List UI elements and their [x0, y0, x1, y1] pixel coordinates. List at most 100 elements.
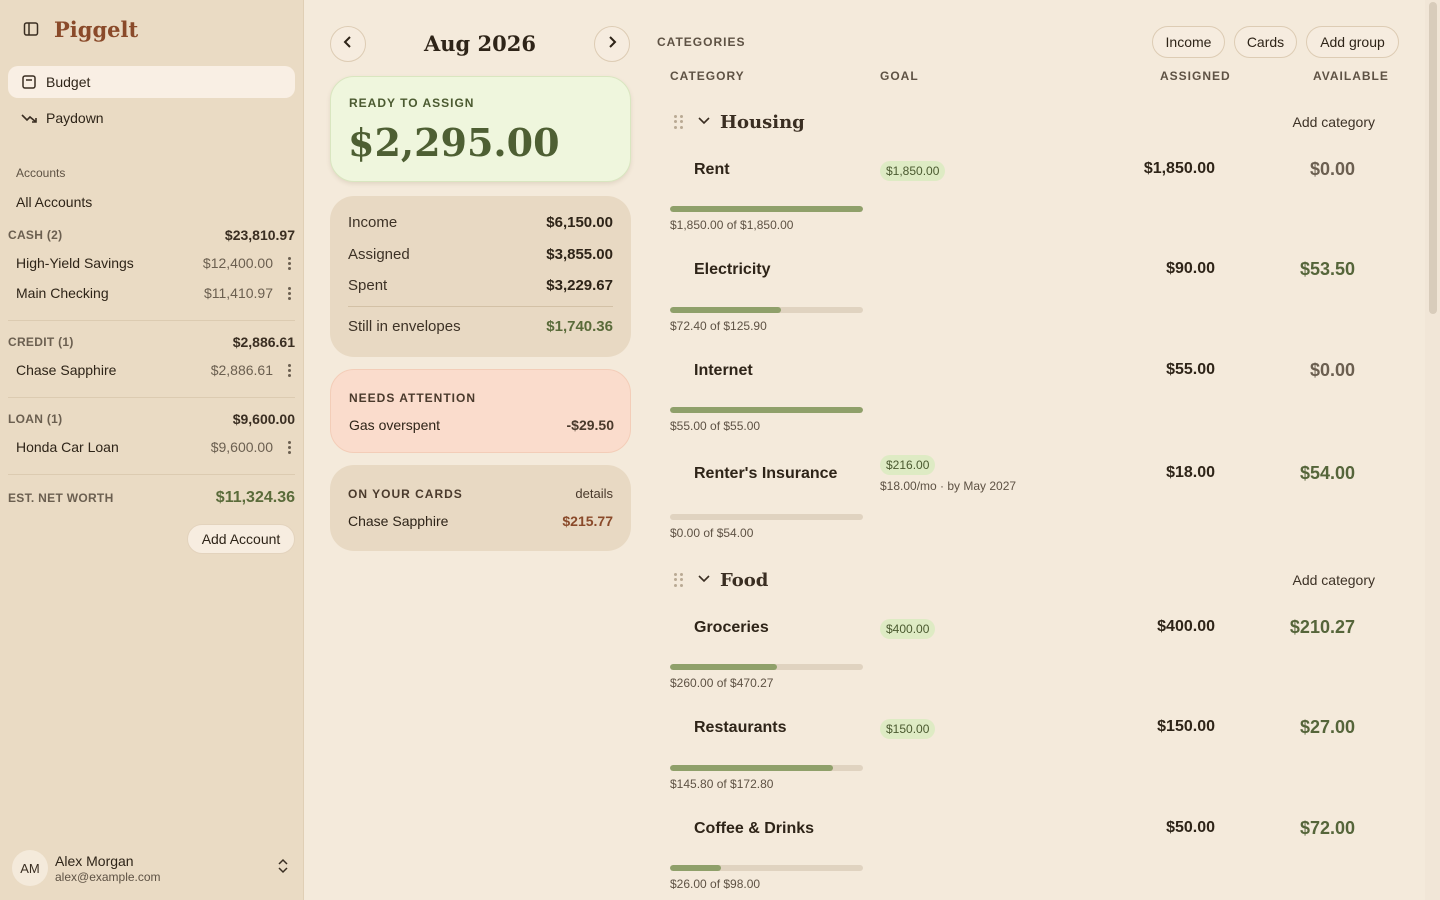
account-group-credit[interactable]: CREDIT (1) $2,886.61	[8, 332, 295, 352]
account-row[interactable]: Main Checking $11,410.97	[16, 282, 295, 304]
available-amount: $72.00	[1299, 818, 1355, 838]
net-worth-label: EST. NET WORTH	[8, 491, 114, 505]
goal-badge: $150.00	[880, 719, 936, 739]
add-category-button[interactable]: Add category	[1293, 572, 1376, 588]
category-name: Restaurants	[694, 719, 787, 736]
account-group-cash[interactable]: CASH (2) $23,810.97	[8, 225, 295, 245]
avatar: AM	[12, 850, 48, 886]
category-row-coffee-drinks[interactable]: Coffee & Drinks $50.00 $72.00 $26.00 of …	[670, 810, 1385, 900]
user-email: alex@example.com	[55, 869, 161, 884]
more-options-icon[interactable]	[283, 284, 295, 302]
category-row-electricity[interactable]: Electricity $90.00 $53.50 $72.40 of $125…	[670, 251, 1385, 341]
category-row-restaurants[interactable]: Restaurants $150.00 $150.00 $27.00 $145.…	[670, 709, 1385, 799]
sidebar-toggle-icon[interactable]	[20, 18, 42, 40]
progress-bar	[670, 307, 863, 313]
summary-row-income: Income $6,150.00	[348, 214, 613, 231]
goal-badge: $400.00	[880, 619, 936, 639]
account-name: Chase Sapphire	[16, 362, 117, 378]
user-menu[interactable]: AM Alex Morgan alex@example.com	[12, 850, 295, 886]
assigned-amount[interactable]: $400.00	[1157, 618, 1215, 636]
on-your-cards-card: ON YOUR CARDS details Chase Sapphire $21…	[330, 465, 631, 551]
category-row-renters-insurance[interactable]: Renter's Insurance $216.00 $18.00/mo · b…	[670, 455, 1385, 545]
more-options-icon[interactable]	[283, 361, 295, 379]
budget-icon	[20, 73, 38, 91]
summary-value: $3,855.00	[546, 246, 613, 263]
sidebar: Piggelt Budget Paydown Accounts All Acco…	[0, 0, 304, 900]
divider	[8, 397, 295, 398]
drag-handle-icon[interactable]	[674, 573, 684, 587]
attention-item: Gas overspent	[349, 417, 441, 433]
available-amount: $27.00	[1299, 717, 1355, 737]
progress-fill	[670, 206, 863, 212]
chevron-left-icon	[342, 35, 354, 53]
account-group-total: $9,600.00	[232, 411, 295, 427]
assigned-amount[interactable]: $55.00	[1166, 361, 1215, 379]
progress-fill	[670, 664, 777, 670]
account-balance: $11,410.97	[203, 285, 273, 301]
category-row-internet[interactable]: Internet $55.00 $0.00 $55.00 of $55.00	[670, 352, 1385, 442]
assigned-amount[interactable]: $50.00	[1166, 819, 1215, 837]
add-group-button[interactable]: Add group	[1306, 26, 1399, 58]
progress-fill	[670, 865, 722, 871]
progress-label: $72.40 of $125.90	[670, 319, 767, 333]
next-month-button[interactable]	[594, 26, 630, 62]
add-account-button[interactable]: Add Account	[187, 524, 295, 554]
progress-label: $260.00 of $470.27	[670, 676, 774, 690]
needs-attention-card[interactable]: NEEDS ATTENTION Gas overspent -$29.50	[330, 369, 631, 453]
account-row[interactable]: High-Yield Savings $12,400.00	[16, 252, 295, 274]
account-group-total: $2,886.61	[232, 334, 295, 350]
account-balance: $12,400.00	[202, 255, 273, 271]
account-name: Honda Car Loan	[16, 439, 119, 455]
summary-row-spent: Spent $3,229.67	[348, 277, 613, 294]
progress-fill	[670, 407, 863, 413]
category-row-rent[interactable]: Rent $1,850.00 $1,850.00 $0.00 $1,850.00…	[670, 151, 1385, 241]
available-amount: $54.00	[1299, 463, 1355, 483]
add-category-button[interactable]: Add category	[1293, 114, 1376, 130]
all-accounts-link[interactable]: All Accounts	[16, 194, 92, 210]
available-amount: $0.00	[1309, 360, 1355, 380]
scrollbar-thumb[interactable]	[1429, 2, 1437, 314]
category-name: Groceries	[694, 619, 769, 636]
previous-month-button[interactable]	[330, 26, 366, 62]
progress-label: $26.00 of $98.00	[670, 877, 761, 891]
nav-item-paydown[interactable]: Paydown	[8, 102, 295, 134]
progress-label: $145.80 of $172.80	[670, 777, 774, 791]
goal-detail: $18.00/mo · by May 2027	[880, 479, 1017, 493]
summary-label: Income	[348, 214, 398, 231]
income-button[interactable]: Income	[1152, 26, 1225, 58]
trend-down-icon	[20, 109, 38, 127]
user-name: Alex Morgan	[55, 852, 134, 869]
drag-handle-icon[interactable]	[674, 115, 684, 129]
assigned-amount[interactable]: $1,850.00	[1144, 160, 1215, 178]
account-row[interactable]: Honda Car Loan $9,600.00	[16, 436, 295, 458]
account-group-name: LOAN (1)	[8, 412, 63, 426]
current-month: Aug 2026	[423, 31, 536, 56]
progress-bar	[670, 514, 863, 520]
chevron-up-down-icon[interactable]	[277, 858, 289, 879]
nav-item-budget[interactable]: Budget	[8, 66, 295, 98]
cards-button[interactable]: Cards	[1234, 26, 1297, 58]
assigned-amount[interactable]: $150.00	[1157, 718, 1215, 736]
progress-bar	[670, 407, 863, 413]
available-amount: $0.00	[1309, 159, 1355, 179]
more-options-icon[interactable]	[283, 254, 295, 272]
details-link[interactable]: details	[575, 486, 613, 501]
progress-bar	[670, 765, 863, 771]
progress-fill	[670, 765, 833, 771]
category-group-name: Food	[720, 569, 769, 591]
column-header-available: AVAILABLE	[1313, 69, 1389, 83]
account-row[interactable]: Chase Sapphire $2,886.61	[16, 359, 295, 381]
chevron-down-icon[interactable]	[698, 571, 710, 589]
summary-label: Spent	[348, 277, 388, 294]
category-group-name: Housing	[720, 111, 805, 133]
category-name: Coffee & Drinks	[694, 820, 815, 837]
chevron-down-icon[interactable]	[698, 113, 710, 131]
available-amount: $53.50	[1299, 259, 1355, 279]
assigned-amount[interactable]: $90.00	[1166, 260, 1215, 278]
more-options-icon[interactable]	[283, 438, 295, 456]
on-your-cards-label: ON YOUR CARDS	[348, 487, 463, 501]
category-row-groceries[interactable]: Groceries $400.00 $400.00 $210.27 $260.0…	[670, 609, 1385, 699]
assigned-amount[interactable]: $18.00	[1166, 464, 1215, 482]
divider	[348, 306, 613, 307]
account-group-loan[interactable]: LOAN (1) $9,600.00	[8, 409, 295, 429]
